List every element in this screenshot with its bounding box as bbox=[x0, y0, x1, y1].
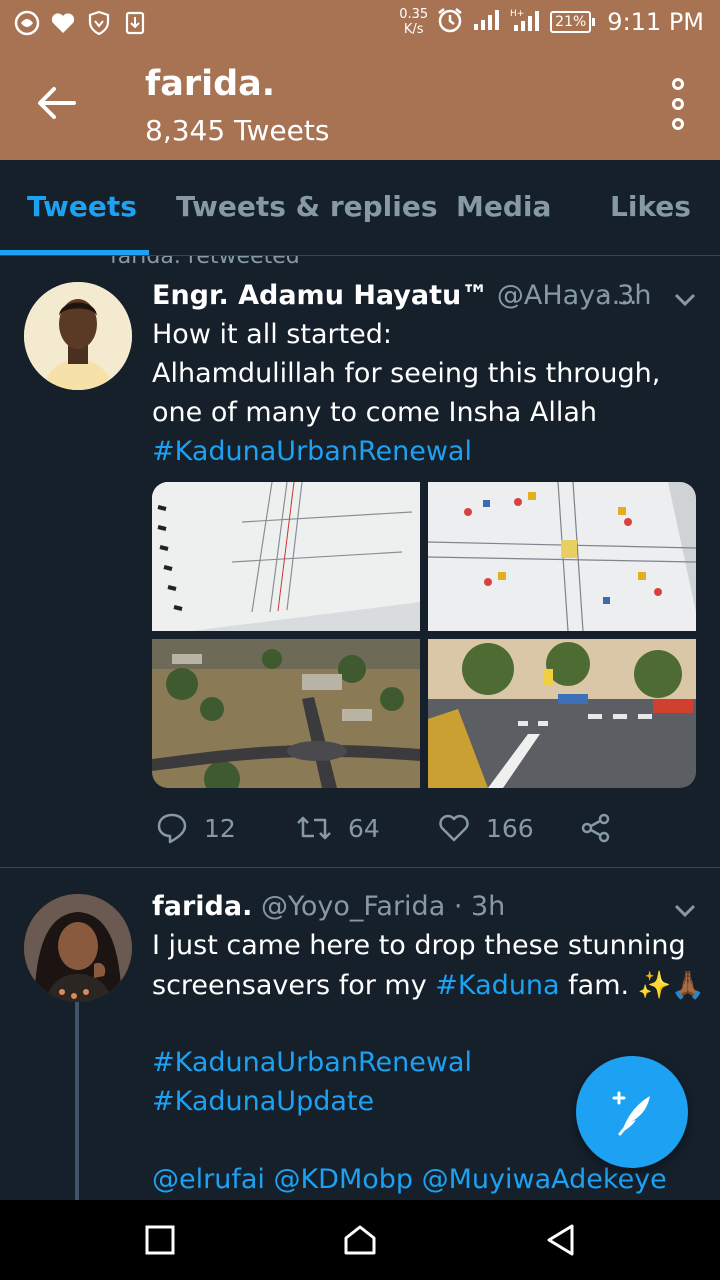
tweet-text-line: Alhamdulillah for seeing this through, bbox=[152, 358, 661, 389]
mention-links[interactable]: @elrufai @KDMobp @MuyiwaAdekeye bbox=[152, 1164, 667, 1195]
chevron-down-icon[interactable] bbox=[673, 903, 697, 919]
shield-icon bbox=[86, 10, 112, 36]
retweet-icon bbox=[297, 816, 331, 840]
tweet-count: 8,345 Tweets bbox=[145, 114, 330, 147]
signal-icon bbox=[472, 8, 502, 36]
retweet-button[interactable]: 64 bbox=[296, 814, 438, 843]
author-name[interactable]: farida. bbox=[152, 891, 252, 922]
author-handle[interactable]: @Yoyo_Farida bbox=[261, 891, 445, 922]
recents-button[interactable] bbox=[140, 1220, 180, 1260]
tweet-text-line: How it all started: bbox=[152, 319, 393, 350]
tweet-text-fragment: fam. ✨🙏🏾 bbox=[559, 970, 705, 1001]
reply-button[interactable]: 12 bbox=[156, 812, 296, 844]
heart-icon bbox=[50, 10, 76, 36]
home-button[interactable] bbox=[340, 1220, 380, 1260]
download-icon bbox=[122, 10, 148, 36]
retweet-count: 64 bbox=[348, 813, 380, 843]
square-icon bbox=[145, 1225, 175, 1255]
signal-hplus-icon: H+ bbox=[510, 7, 542, 37]
tweet-time: · 3h bbox=[600, 280, 652, 311]
tab-tweets[interactable]: Tweets bbox=[27, 190, 137, 223]
more-dot-icon bbox=[672, 98, 684, 110]
battery-indicator: 21% bbox=[550, 11, 596, 33]
thread-line bbox=[75, 1002, 79, 1200]
reply-icon bbox=[157, 813, 187, 844]
home-icon bbox=[344, 1225, 376, 1255]
hashtag-link[interactable]: #Kaduna bbox=[435, 970, 559, 1001]
share-icon bbox=[581, 813, 610, 843]
tab-media[interactable]: Media bbox=[456, 190, 551, 223]
tweet-text-line: I just came here to drop these stunning bbox=[152, 930, 686, 961]
tweet-text-line: screensavers for my #Kaduna fam. ✨🙏🏾 bbox=[152, 969, 705, 1001]
profile-tabs: Tweets Tweets & replies Media Likes bbox=[0, 160, 720, 256]
compose-feather-icon bbox=[612, 1091, 650, 1136]
share-button[interactable] bbox=[580, 812, 612, 844]
tweet-image[interactable] bbox=[428, 482, 696, 631]
back-button[interactable] bbox=[30, 80, 82, 126]
hashtag-link[interactable]: #KadunaUpdate bbox=[152, 1086, 374, 1117]
tweet-text-line: one of many to come Insha Allah bbox=[152, 397, 598, 428]
tweet-time: · 3h bbox=[453, 891, 506, 922]
like-button[interactable]: 166 bbox=[438, 813, 580, 843]
heart-outline-icon bbox=[439, 814, 469, 842]
author-name[interactable]: Engr. Adamu Hayatu™ bbox=[152, 280, 488, 311]
reply-count: 12 bbox=[204, 813, 236, 843]
hashtag-link[interactable]: #KadunaUrbanRenewal bbox=[152, 436, 472, 467]
tweet-image[interactable] bbox=[152, 482, 420, 631]
tweet-image[interactable] bbox=[428, 639, 696, 788]
system-nav-bar bbox=[0, 1200, 720, 1280]
svg-text:H+: H+ bbox=[510, 9, 524, 19]
tweet-text-fragment: screensavers for my bbox=[152, 970, 436, 1001]
tweet-header: farida. @Yoyo_Farida · 3h bbox=[152, 891, 505, 922]
tweet-image[interactable] bbox=[152, 639, 420, 788]
more-dot-icon bbox=[672, 118, 684, 130]
chevron-down-icon[interactable] bbox=[673, 292, 697, 308]
active-tab-indicator bbox=[0, 250, 149, 255]
app-notification-icon bbox=[14, 10, 40, 36]
retweet-context: farida. retweeted bbox=[110, 256, 300, 269]
hashtag-link[interactable]: #KadunaUrbanRenewal bbox=[152, 1047, 472, 1078]
alarm-icon bbox=[436, 6, 464, 38]
tweet-divider bbox=[0, 867, 720, 868]
avatar[interactable] bbox=[24, 894, 132, 1002]
status-bar: 0.35 K/s H+ 21% 9:11 PM bbox=[0, 0, 720, 50]
clock: 9:11 PM bbox=[607, 8, 704, 36]
network-speed: 0.35 K/s bbox=[399, 7, 429, 37]
avatar[interactable] bbox=[24, 282, 132, 390]
like-count: 166 bbox=[486, 813, 534, 843]
retweet-context-label: farida. retweeted bbox=[110, 256, 300, 269]
tweet-actions: 12 64 166 bbox=[156, 812, 616, 844]
triangle-back-icon bbox=[547, 1224, 574, 1256]
arrow-left-icon bbox=[38, 87, 76, 119]
profile-name: farida. bbox=[145, 64, 276, 104]
tab-likes[interactable]: Likes bbox=[610, 190, 691, 223]
back-nav-button[interactable] bbox=[540, 1220, 580, 1260]
compose-tweet-button[interactable] bbox=[576, 1056, 688, 1168]
tab-tweets-replies[interactable]: Tweets & replies bbox=[176, 190, 438, 223]
more-options-button[interactable] bbox=[666, 78, 690, 130]
more-dot-icon bbox=[672, 78, 684, 90]
profile-header: farida. 8,345 Tweets bbox=[0, 50, 720, 160]
tweet-header: Engr. Adamu Hayatu™ @AHaya... bbox=[152, 280, 637, 311]
